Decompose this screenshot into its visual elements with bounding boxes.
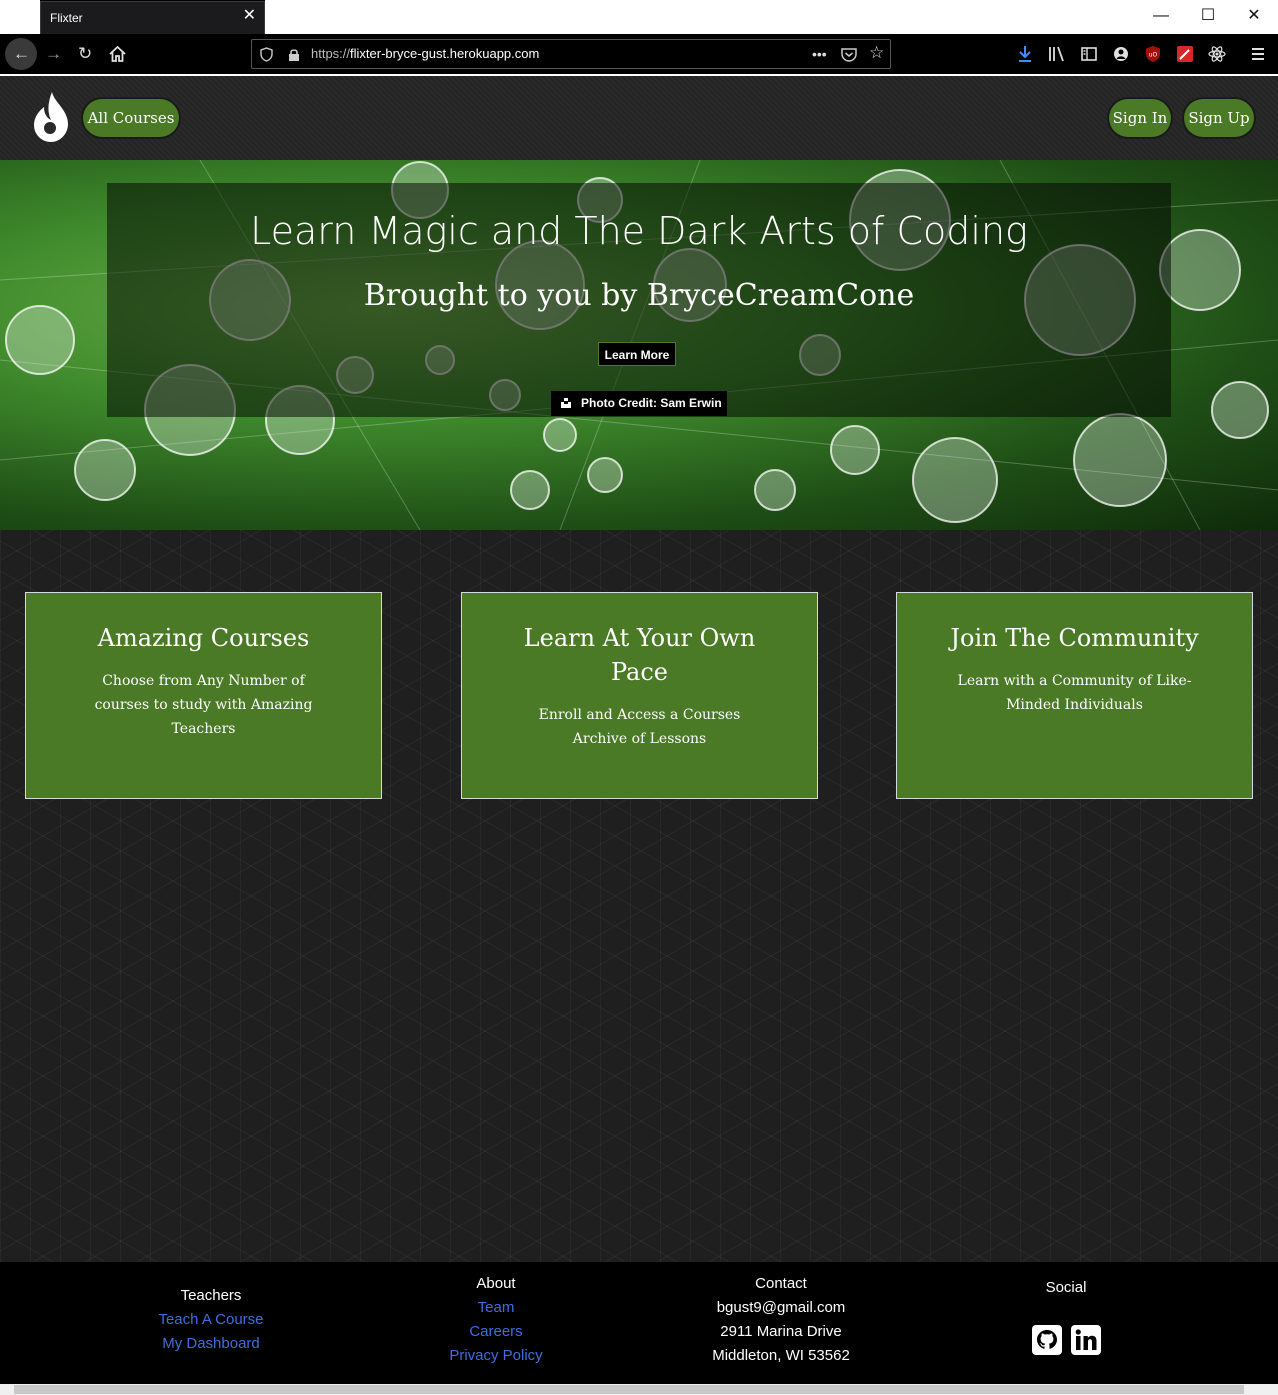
hero-title: Learn Magic and The Dark Arts of Coding	[250, 209, 1028, 253]
color-picker-extension-icon[interactable]	[1177, 46, 1193, 62]
sign-in-button[interactable]: Sign In	[1109, 99, 1171, 137]
contact-street: 2911 Marina Drive	[720, 1323, 842, 1340]
footer-teachers-heading: Teachers	[180, 1287, 242, 1304]
feature-card-text: Learn with a Community of Like-Minded In…	[957, 673, 1192, 713]
back-arrow-icon: ←	[13, 44, 30, 63]
horizontal-scrollbar[interactable]	[0, 1384, 1278, 1395]
teach-a-course-link[interactable]: Teach A Course	[81, 1308, 341, 1332]
photo-credit-text: Photo Credit: Sam Erwin	[581, 396, 722, 410]
window-minimize-button[interactable]: —	[1138, 0, 1184, 34]
flame-logo-icon[interactable]	[30, 90, 72, 144]
feature-card-learn-at-your-own-pace: Learn At Your Own Pace Enroll and Access…	[461, 592, 818, 799]
reload-icon[interactable]: ↻	[78, 44, 92, 64]
sidebar-icon[interactable]	[1081, 46, 1097, 62]
window-maximize-button[interactable]: ☐	[1185, 0, 1231, 34]
tabbar-empty-area: — ☐ ✕	[265, 0, 1278, 34]
url-text[interactable]: https://flixter-bryce-gust.herokuapp.com	[311, 46, 539, 61]
browser-tabbar: Flixter ✕ — ☐ ✕	[0, 0, 1278, 34]
footer-about-column: About Team Careers Privacy Policy	[366, 1272, 626, 1368]
web-page: All Courses Sign In Sign Up Learn Magic …	[0, 76, 1278, 1395]
site-footer: Teachers Teach A Course My Dashboard Abo…	[0, 1262, 1278, 1384]
photo-credit-link[interactable]: Photo Credit: Sam Erwin	[551, 391, 727, 416]
all-courses-button[interactable]: All Courses	[83, 99, 179, 137]
feature-card-amazing-courses: Amazing Courses Choose from Any Number o…	[25, 592, 382, 799]
forward-arrow-icon[interactable]: →	[45, 44, 62, 64]
bookmark-star-icon[interactable]: ☆	[869, 43, 884, 63]
linkedin-icon[interactable]	[1071, 1325, 1101, 1355]
feature-card-title: Amazing Courses	[97, 624, 310, 652]
footer-about-heading: About	[476, 1275, 516, 1292]
unsplash-camera-icon	[561, 398, 571, 408]
site-header: All Courses Sign In Sign Up	[0, 76, 1278, 160]
feature-card-title: Join The Community	[950, 624, 1199, 652]
window-close-button[interactable]: ✕	[1231, 0, 1277, 34]
library-icon[interactable]	[1048, 46, 1066, 62]
footer-teachers-column: Teachers Teach A Course My Dashboard	[81, 1284, 341, 1356]
contact-city: Middleton, WI 53562	[712, 1347, 850, 1364]
account-icon[interactable]	[1113, 46, 1129, 62]
tab-title: Flixter	[50, 11, 83, 25]
feature-card-text: Choose from Any Number of courses to stu…	[94, 673, 313, 737]
browser-navbar: ← → ↻ https://flixter-bryce-gust.herokua…	[0, 34, 1278, 74]
svg-text:uO: uO	[1149, 52, 1158, 59]
hero-overlay-panel: Learn Magic and The Dark Arts of Coding …	[107, 183, 1171, 417]
lock-icon[interactable]	[288, 48, 300, 62]
horizontal-scrollbar-thumb[interactable]	[14, 1385, 1244, 1394]
team-link[interactable]: Team	[366, 1296, 626, 1320]
sign-up-button[interactable]: Sign Up	[1184, 99, 1254, 137]
github-icon[interactable]	[1032, 1325, 1062, 1355]
pocket-icon[interactable]	[841, 47, 857, 62]
hero-subtitle: Brought to you by BryceCreamCone	[363, 278, 915, 313]
feature-card-join-the-community: Join The Community Learn with a Communit…	[896, 592, 1253, 799]
shield-icon[interactable]	[260, 47, 273, 62]
learn-more-button[interactable]: Learn More	[598, 342, 676, 366]
react-devtools-icon[interactable]	[1208, 45, 1226, 63]
footer-contact-heading: Contact	[755, 1275, 807, 1292]
tab-close-icon[interactable]: ✕	[243, 8, 256, 24]
footer-social-heading: Social	[1045, 1279, 1087, 1296]
download-icon[interactable]	[1017, 45, 1033, 63]
more-actions-icon[interactable]: •••	[812, 44, 827, 64]
url-prefix: https://	[311, 46, 351, 61]
privacy-policy-link[interactable]: Privacy Policy	[366, 1344, 626, 1368]
feature-card-title: Learn At Your Own Pace	[523, 624, 756, 686]
tabbar-left-spacer	[0, 0, 40, 34]
footer-social-column: Social	[936, 1276, 1196, 1300]
footer-contact-column: Contact bgust9@gmail.com 2911 Marina Dri…	[651, 1272, 911, 1368]
contact-email: bgust9@gmail.com	[716, 1299, 846, 1316]
browser-tab[interactable]: Flixter ✕	[40, 1, 265, 34]
url-bar[interactable]: https://flixter-bryce-gust.herokuapp.com…	[251, 39, 891, 69]
hero-banner: Learn Magic and The Dark Arts of Coding …	[0, 160, 1278, 530]
ublock-origin-icon[interactable]: uO	[1145, 45, 1161, 63]
features-section: Amazing Courses Choose from Any Number o…	[0, 530, 1278, 1262]
feature-card-text: Enroll and Access a Courses Archive of L…	[538, 707, 741, 747]
hamburger-menu-icon[interactable]	[1251, 47, 1265, 61]
my-dashboard-link[interactable]: My Dashboard	[81, 1332, 341, 1356]
url-host: flixter-bryce-gust.herokuapp.com	[350, 46, 540, 61]
careers-link[interactable]: Careers	[366, 1320, 626, 1344]
home-icon[interactable]	[109, 46, 126, 62]
